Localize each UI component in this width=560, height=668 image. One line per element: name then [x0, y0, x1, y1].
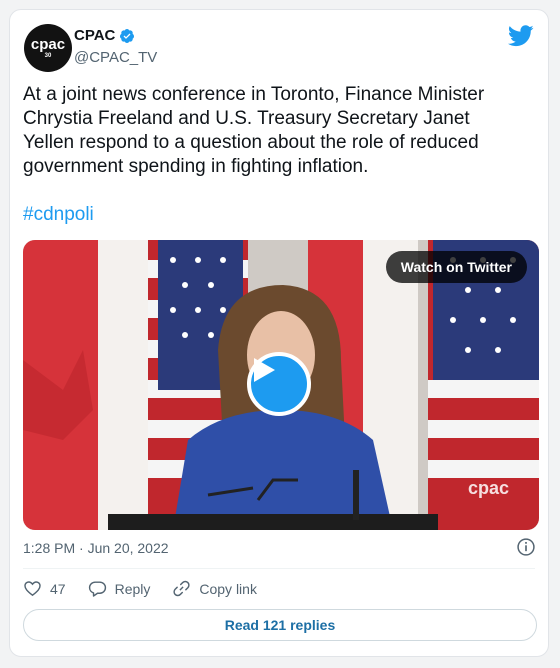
video-watermark: cpac — [467, 478, 509, 498]
tweet-card: cpac 30 CPAC @CPAC_TV At a joint news co… — [9, 9, 549, 657]
reply-icon — [88, 581, 106, 597]
author-handle[interactable]: @CPAC_TV — [74, 49, 157, 66]
copy-link-label: Copy link — [199, 580, 257, 597]
link-icon — [173, 580, 190, 597]
divider — [23, 568, 535, 569]
reply-label: Reply — [114, 580, 151, 597]
watch-on-twitter-button[interactable]: Watch on Twitter — [385, 251, 527, 283]
author-name-row[interactable]: CPAC — [74, 27, 135, 44]
reply-action[interactable]: Reply — [88, 579, 151, 598]
tweet-text: At a joint news conference in Toronto, F… — [23, 84, 485, 177]
avatar-logo-sub: 30 — [44, 52, 52, 59]
like-count: 47 — [50, 580, 66, 597]
action-bar: 47 Reply Copy link — [23, 579, 279, 598]
play-icon — [254, 358, 275, 382]
like-action[interactable]: 47 — [23, 579, 66, 598]
author-name[interactable]: CPAC — [74, 27, 115, 44]
verified-badge-icon — [120, 28, 135, 43]
play-button[interactable] — [247, 352, 311, 416]
twitter-bird-icon[interactable] — [508, 25, 534, 47]
read-replies-button[interactable]: Read 121 replies — [23, 609, 537, 641]
video-media[interactable]: Watch on Twitter cpac — [23, 240, 539, 530]
heart-icon — [24, 581, 41, 597]
info-icon[interactable] — [516, 537, 536, 557]
hashtag-link[interactable]: #cdnpoli — [23, 204, 94, 226]
copy-link-action[interactable]: Copy link — [172, 579, 257, 598]
avatar[interactable]: cpac 30 — [24, 24, 72, 72]
tweet-timestamp[interactable]: 1:28 PM · Jun 20, 2022 — [23, 540, 169, 556]
avatar-logo-text: cpac — [30, 35, 66, 53]
